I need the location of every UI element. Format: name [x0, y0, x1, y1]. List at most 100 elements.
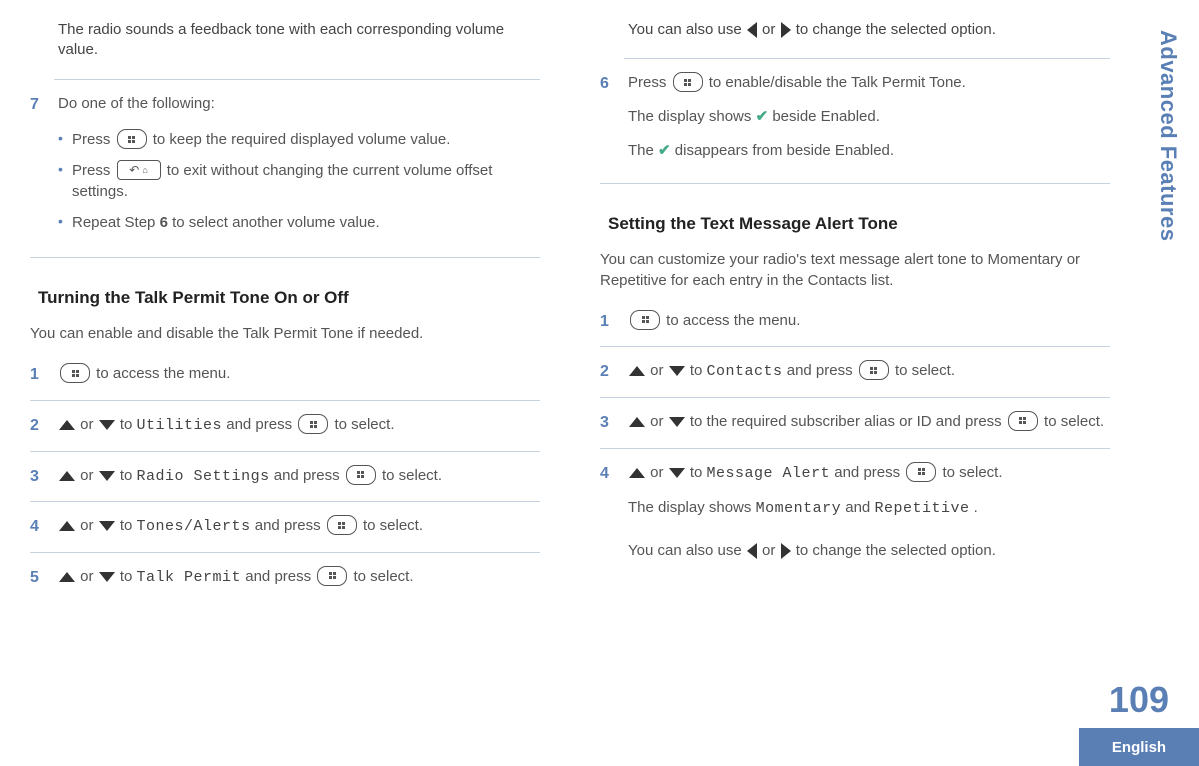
step-2: 2 or to Utilities and press to select.	[30, 413, 540, 439]
step-body: or to Message Alert and press to select.…	[628, 461, 1110, 563]
display-value: Momentary	[756, 500, 842, 517]
section-lead: You can enable and disable the Talk Perm…	[30, 324, 540, 344]
up-icon	[629, 468, 645, 478]
step-number: 2	[30, 413, 58, 439]
ok-button-icon	[60, 363, 90, 383]
also-use-line: You can also use or to change the select…	[628, 20, 1110, 40]
ok-button-icon	[859, 360, 889, 380]
divider	[54, 79, 540, 80]
intro-paragraph: The radio sounds a feedback tone with ea…	[58, 20, 540, 61]
check-icon: ✔	[658, 142, 671, 159]
divider	[30, 552, 540, 553]
section-lead: You can customize your radio's text mess…	[600, 250, 1110, 291]
menu-item: Radio Settings	[137, 468, 270, 485]
step-1: 1 to access the menu.	[600, 309, 1110, 335]
up-icon	[629, 366, 645, 376]
divider	[30, 257, 540, 258]
step-3: 3 or to the required subscriber alias or…	[600, 410, 1110, 436]
step-7: 7 Do one of the following:	[30, 92, 540, 118]
left-column: The radio sounds a feedback tone with ea…	[30, 10, 540, 602]
down-icon	[99, 572, 115, 582]
up-icon	[59, 471, 75, 481]
down-icon	[669, 417, 685, 427]
ok-button-icon	[673, 72, 703, 92]
bullet-dot: •	[58, 212, 72, 232]
step-number: 3	[30, 464, 58, 490]
right-icon	[781, 22, 791, 38]
back-button-icon: ↶⌂	[117, 160, 161, 180]
divider	[30, 400, 540, 401]
down-icon	[669, 366, 685, 376]
left-icon	[747, 22, 757, 38]
ok-button-icon	[317, 566, 347, 586]
divider	[30, 451, 540, 452]
step-2: 2 or to Contacts and press to select.	[600, 359, 1110, 385]
step-body: or to the required subscriber alias or I…	[628, 410, 1110, 434]
down-icon	[99, 471, 115, 481]
step-body: Press to enable/disable the Talk Permit …	[628, 71, 1110, 163]
bullet-dot: •	[58, 129, 72, 149]
ok-button-icon	[117, 129, 147, 149]
up-icon	[629, 417, 645, 427]
step-body: Do one of the following:	[58, 92, 540, 116]
right-column: You can also use or to change the select…	[600, 10, 1110, 602]
right-icon	[781, 543, 791, 559]
step-body: to access the menu.	[58, 362, 540, 386]
left-icon	[747, 543, 757, 559]
down-icon	[669, 468, 685, 478]
step-number: 6	[600, 71, 628, 97]
step-body: or to Radio Settings and press to select…	[58, 464, 540, 489]
up-icon	[59, 521, 75, 531]
up-icon	[59, 572, 75, 582]
ok-button-icon	[298, 414, 328, 434]
step-body: or to Tones/Alerts and press to select.	[58, 514, 540, 539]
up-icon	[59, 420, 75, 430]
bullet-body: Repeat Step 6 to select another volume v…	[72, 212, 540, 233]
step-number: 3	[600, 410, 628, 436]
language-badge: English	[1079, 728, 1199, 766]
menu-item: Utilities	[137, 417, 223, 434]
step-4: 4 or to Tones/Alerts and press to select…	[30, 514, 540, 540]
divider	[600, 397, 1110, 398]
step-4: 4 or to Message Alert and press to selec…	[600, 461, 1110, 563]
step-body: or to Utilities and press to select.	[58, 413, 540, 438]
check-icon: ✔	[756, 108, 769, 125]
divider	[600, 183, 1110, 184]
ok-button-icon	[327, 515, 357, 535]
step-5: 5 or to Talk Permit and press to select.	[30, 565, 540, 591]
down-icon	[99, 521, 115, 531]
bullet-3: • Repeat Step 6 to select another volume…	[58, 212, 540, 233]
step-body: or to Talk Permit and press to select.	[58, 565, 540, 590]
divider	[600, 346, 1110, 347]
divider	[624, 58, 1110, 59]
step-number: 1	[30, 362, 58, 388]
page-content: The radio sounds a feedback tone with ea…	[0, 0, 1199, 612]
step-number: 4	[30, 514, 58, 540]
step-body: or to Contacts and press to select.	[628, 359, 1110, 384]
bullet-dot: •	[58, 160, 72, 180]
down-icon	[99, 420, 115, 430]
bullet-body: Press to keep the required displayed vol…	[72, 129, 540, 150]
bullet-2: • Press ↶⌂ to exit without changing the …	[58, 160, 540, 202]
bullet-1: • Press to keep the required displayed v…	[58, 129, 540, 150]
step-number: 7	[30, 92, 58, 118]
menu-item: Contacts	[707, 363, 783, 380]
step-number: 2	[600, 359, 628, 385]
step-number: 1	[600, 309, 628, 335]
step-number: 5	[30, 565, 58, 591]
divider	[600, 448, 1110, 449]
menu-item: Tones/Alerts	[137, 518, 251, 535]
menu-item: Talk Permit	[137, 569, 242, 586]
step-number: 4	[600, 461, 628, 487]
divider	[30, 501, 540, 502]
ok-button-icon	[630, 310, 660, 330]
display-value: Repetitive	[874, 500, 969, 517]
menu-item: Message Alert	[707, 465, 831, 482]
ok-button-icon	[1008, 411, 1038, 431]
bullet-body: Press ↶⌂ to exit without changing the cu…	[72, 160, 540, 202]
sidebar-title: Advanced Features	[1155, 30, 1181, 241]
section-title-text-alert: Setting the Text Message Alert Tone	[608, 214, 1110, 234]
ok-button-icon	[346, 465, 376, 485]
sidebar: Advanced Features	[1149, 0, 1199, 766]
ok-button-icon	[906, 462, 936, 482]
